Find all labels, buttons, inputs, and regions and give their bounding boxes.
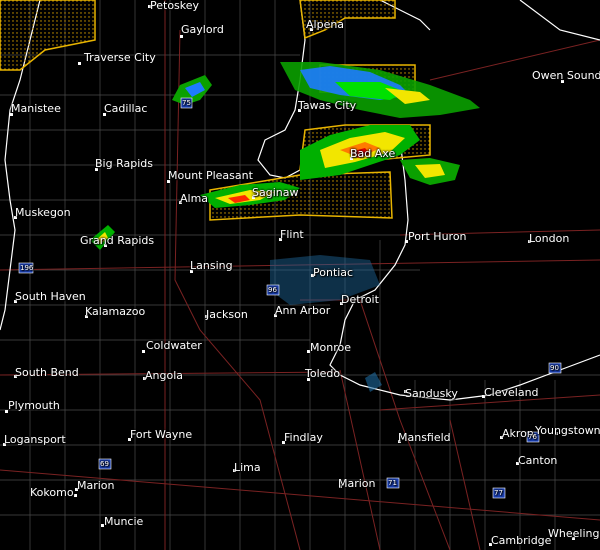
city-label: Flint — [280, 228, 304, 241]
city-label: Wheeling — [548, 527, 600, 540]
city-label: Muncie — [104, 515, 144, 528]
city-label: Sandusky — [405, 387, 458, 400]
radar-map: Petoskey Gaylord Alpena Traverse City Ow… — [0, 0, 600, 550]
city-label: Detroit — [341, 293, 379, 306]
city-label: Kalamazoo — [85, 305, 146, 318]
city-label: Big Rapids — [95, 157, 153, 170]
city-label: Mansfield — [398, 431, 451, 444]
city-label: Youngstown — [535, 424, 600, 437]
warning-polygon-nw — [0, 0, 96, 71]
shield-label: 69 — [100, 460, 109, 468]
map-canvas — [0, 0, 600, 550]
shield-label: 90 — [550, 364, 559, 372]
city-label: Angola — [145, 369, 184, 382]
city-label: Saginaw — [252, 186, 299, 199]
city-label: Alma — [180, 192, 209, 205]
city-label: Pontiac — [313, 266, 354, 279]
city-label: Marion — [77, 479, 115, 492]
shield-label: 196 — [20, 264, 34, 272]
city-label: Alpena — [306, 18, 345, 31]
city-label: Marion — [338, 477, 376, 490]
city-label: Muskegon — [15, 206, 71, 219]
city-label: Kokomo — [30, 486, 74, 499]
city-dot — [78, 62, 81, 65]
city-label: Logansport — [4, 433, 66, 446]
city-label: Lima — [234, 461, 261, 474]
city-label: Jackson — [206, 308, 248, 321]
city-label: Mount Pleasant — [168, 169, 253, 182]
city-dot — [74, 494, 77, 497]
city-label: South Bend — [15, 366, 79, 379]
city-label: Coldwater — [146, 339, 202, 352]
city-label: Petoskey — [150, 0, 200, 12]
city-label: Canton — [518, 454, 558, 467]
city-label: Tawas City — [298, 99, 357, 112]
city-label: Owen Sound — [532, 69, 600, 82]
city-label: Manistee — [11, 102, 61, 115]
city-label: Cadillac — [104, 102, 148, 115]
city-label: Bad Axe — [350, 147, 396, 160]
city-label: Fort Wayne — [130, 428, 193, 441]
city-label: Traverse City — [84, 51, 156, 64]
city-label: Grand Rapids — [80, 234, 155, 247]
city-dot — [142, 350, 145, 353]
shield-label: 77 — [494, 489, 503, 497]
city-label: Gaylord — [181, 23, 224, 36]
city-label: Plymouth — [8, 399, 60, 412]
city-label: Ann Arbor — [275, 304, 331, 317]
city-label: Toledo — [305, 367, 341, 380]
city-label: Cleveland — [484, 386, 539, 399]
city-label: Cambridge — [491, 534, 552, 547]
city-label: London — [529, 232, 570, 245]
city-label: Lansing — [190, 259, 233, 272]
city-label: Port Huron — [408, 230, 467, 243]
shield-label: 76 — [528, 433, 537, 441]
shield-label: 75 — [182, 99, 191, 107]
shield-label: 71 — [388, 479, 397, 487]
city-label: Monroe — [310, 341, 351, 354]
shield-label: 96 — [268, 286, 277, 294]
city-label: Findlay — [284, 431, 323, 444]
city-label: South Haven — [15, 290, 86, 303]
